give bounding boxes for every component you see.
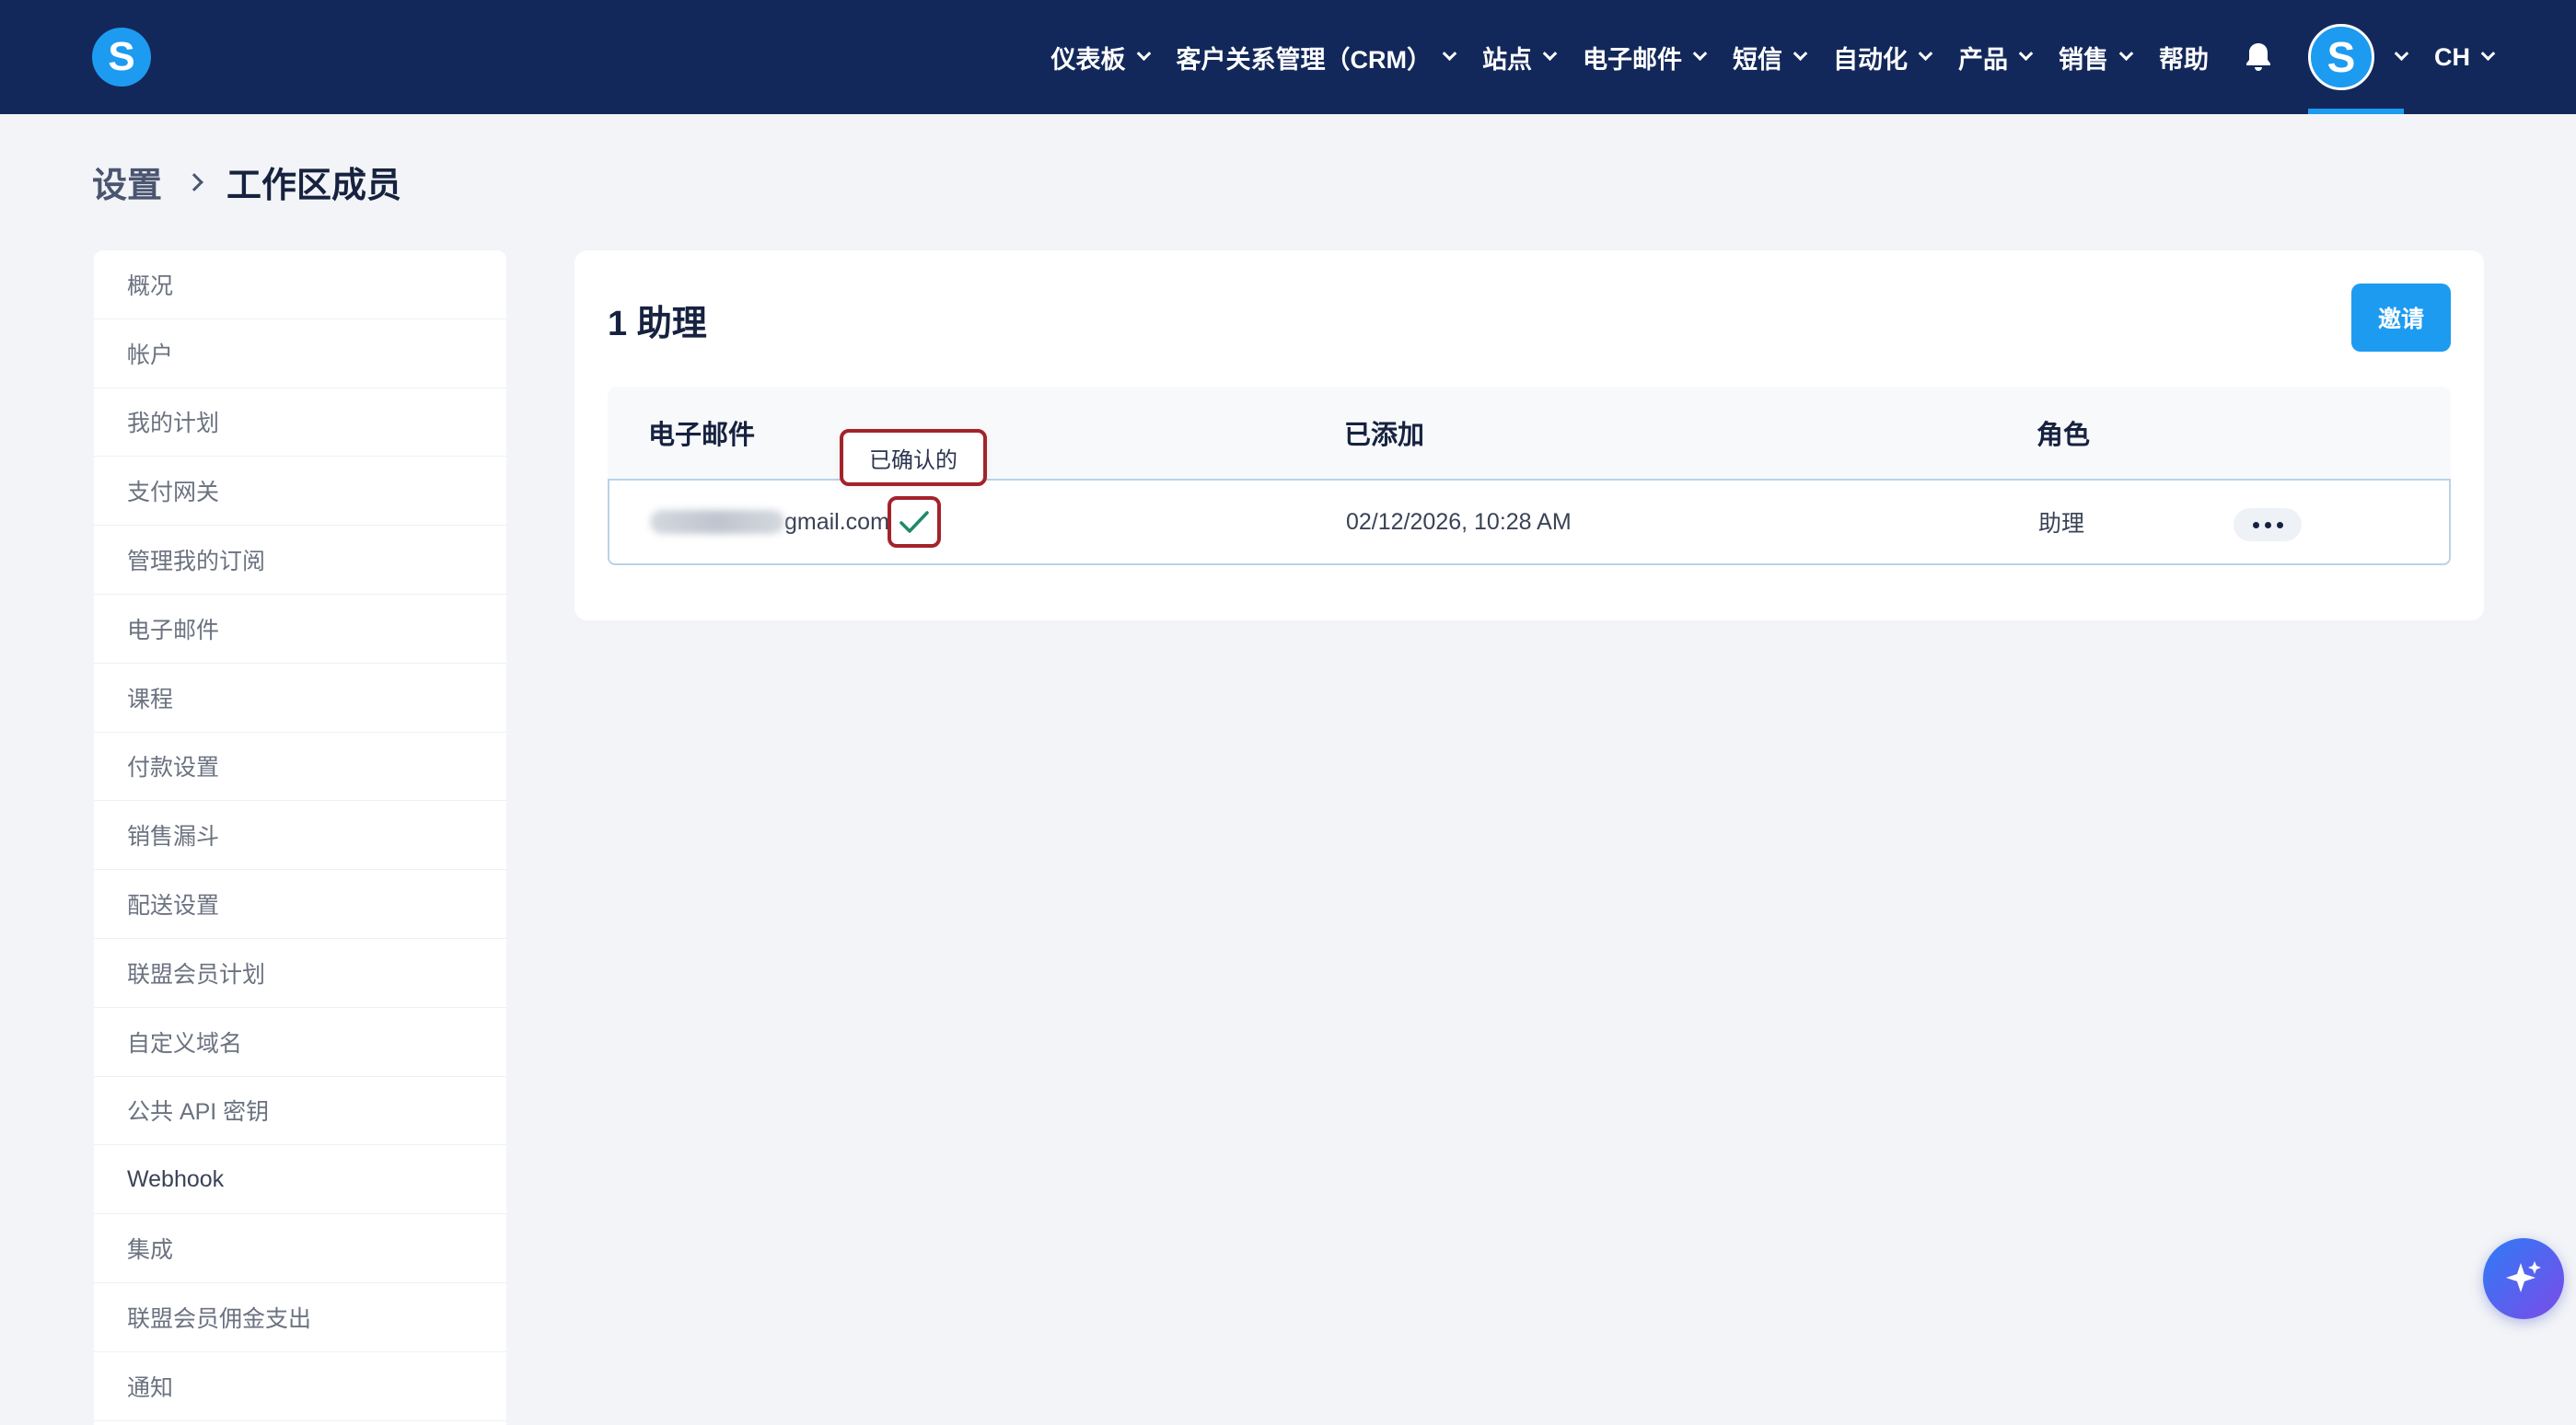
sidebar-item-payment-settings[interactable]: 付款设置 (94, 733, 506, 802)
invite-button[interactable]: 邀请 (2351, 284, 2451, 352)
nav-item-label: 产品 (1958, 45, 2008, 74)
more-dot-icon (2264, 521, 2271, 528)
chevron-down-icon (1136, 45, 1151, 61)
chevron-down-icon (2118, 45, 2134, 61)
checkmark-icon (899, 511, 929, 533)
nav-item-sms[interactable]: 短信 (1733, 40, 1808, 75)
chevron-down-icon (1692, 45, 1708, 61)
breadcrumb-settings[interactable]: 设置 (92, 156, 162, 207)
avatar[interactable]: S (2308, 24, 2374, 90)
user-menu[interactable]: S (2308, 0, 2409, 114)
breadcrumb: 设置 工作区成员 (92, 156, 401, 207)
nav-item-sales[interactable]: 销售 (2059, 40, 2134, 75)
row-actions-button[interactable] (2234, 508, 2302, 541)
top-navigation-bar: S 仪表板 客户关系管理（CRM） 站点 电子邮件 短信 自动化 产品 销售 帮… (0, 0, 2576, 114)
bell-icon[interactable] (2244, 41, 2273, 73)
nav-item-sites[interactable]: 站点 (1482, 40, 1558, 75)
confirmed-tooltip: 已确认的 (840, 429, 987, 486)
column-header-email: 电子邮件 (648, 421, 756, 450)
main-nav: 仪表板 客户关系管理（CRM） 站点 电子邮件 短信 自动化 产品 销售 帮助 … (1024, 0, 2496, 114)
sidebar-item-manage-subscription[interactable]: 管理我的订阅 (94, 526, 506, 595)
members-count-title: 1 助理 (608, 305, 707, 343)
nav-item-label: 站点 (1482, 45, 1532, 74)
nav-item-label: 自动化 (1833, 45, 1908, 74)
sparkle-icon (2506, 1261, 2541, 1292)
sidebar-item-webhook[interactable]: Webhook (94, 1145, 506, 1215)
nav-item-label: 短信 (1733, 45, 1782, 74)
nav-item-automation[interactable]: 自动化 (1833, 40, 1933, 75)
chevron-right-icon (185, 172, 203, 191)
chevron-down-icon (2480, 45, 2496, 61)
sidebar-item-affiliate-program[interactable]: 联盟会员计划 (94, 939, 506, 1008)
sidebar-item-notifications[interactable]: 通知 (94, 1352, 506, 1421)
nav-item-help[interactable]: 帮助 (2159, 40, 2209, 75)
nav-item-label: 电子邮件 (1583, 45, 1682, 74)
table-row: gmail.com 02/12/2026, 10:28 AM 助理 (608, 479, 2451, 565)
sidebar-item-sales-funnel[interactable]: 销售漏斗 (94, 801, 506, 871)
nav-item-crm[interactable]: 客户关系管理（CRM） (1176, 40, 1457, 75)
language-label: CH (2434, 42, 2470, 71)
member-role: 助理 (2038, 511, 2085, 537)
nav-item-products[interactable]: 产品 (1958, 40, 2034, 75)
brand-logo[interactable]: S (92, 28, 151, 87)
sidebar-item-courses[interactable]: 课程 (94, 664, 506, 733)
nav-item-label: 客户关系管理（CRM） (1176, 45, 1433, 74)
sidebar-item-integrations[interactable]: 集成 (94, 1214, 506, 1283)
chevron-down-icon (1918, 45, 1933, 61)
settings-sidebar: 概况 帐户 我的计划 支付网关 管理我的订阅 电子邮件 课程 付款设置 销售漏斗… (94, 250, 506, 1425)
more-dot-icon (2276, 521, 2283, 528)
chevron-down-icon (1442, 45, 1457, 61)
member-added-date: 02/12/2026, 10:28 AM (1346, 508, 1572, 535)
nav-item-email[interactable]: 电子邮件 (1583, 40, 1708, 75)
column-header-added: 已添加 (1344, 421, 1425, 450)
more-dot-icon (2252, 521, 2259, 528)
nav-item-label: 销售 (2059, 45, 2108, 74)
member-email: gmail.com (650, 481, 889, 563)
page-title: 工作区成员 (226, 167, 402, 205)
sidebar-item-affiliate-payouts[interactable]: 联盟会员佣金支出 (94, 1283, 506, 1352)
sidebar-item-my-plan[interactable]: 我的计划 (94, 388, 506, 458)
active-indicator (2308, 109, 2404, 114)
chevron-down-icon (1793, 45, 1808, 61)
sidebar-item-shipping-settings[interactable]: 配送设置 (94, 870, 506, 939)
email-domain: gmail.com (784, 508, 889, 535)
chevron-down-icon (1542, 45, 1558, 61)
nav-item-label: 仪表板 (1050, 45, 1126, 74)
sidebar-item-custom-domain[interactable]: 自定义域名 (94, 1008, 506, 1077)
chevron-down-icon (2018, 45, 2034, 61)
sidebar-item-payment-gateway[interactable]: 支付网关 (94, 457, 506, 527)
sidebar-item-account[interactable]: 帐户 (94, 319, 506, 388)
language-selector[interactable]: CH (2434, 42, 2496, 72)
nav-item-dashboard[interactable]: 仪表板 (1050, 40, 1151, 75)
sidebar-item-email[interactable]: 电子邮件 (94, 595, 506, 664)
redacted-email-local-part (650, 510, 784, 534)
chevron-down-icon (2394, 45, 2409, 61)
sidebar-item-overview[interactable]: 概况 (94, 250, 506, 319)
nav-item-label: 帮助 (2159, 45, 2209, 74)
ai-assistant-button[interactable] (2483, 1238, 2564, 1319)
confirmed-status-indicator[interactable] (888, 496, 941, 548)
column-header-role: 角色 (2036, 421, 2091, 450)
sidebar-item-public-api-key[interactable]: 公共 API 密钥 (94, 1077, 506, 1146)
